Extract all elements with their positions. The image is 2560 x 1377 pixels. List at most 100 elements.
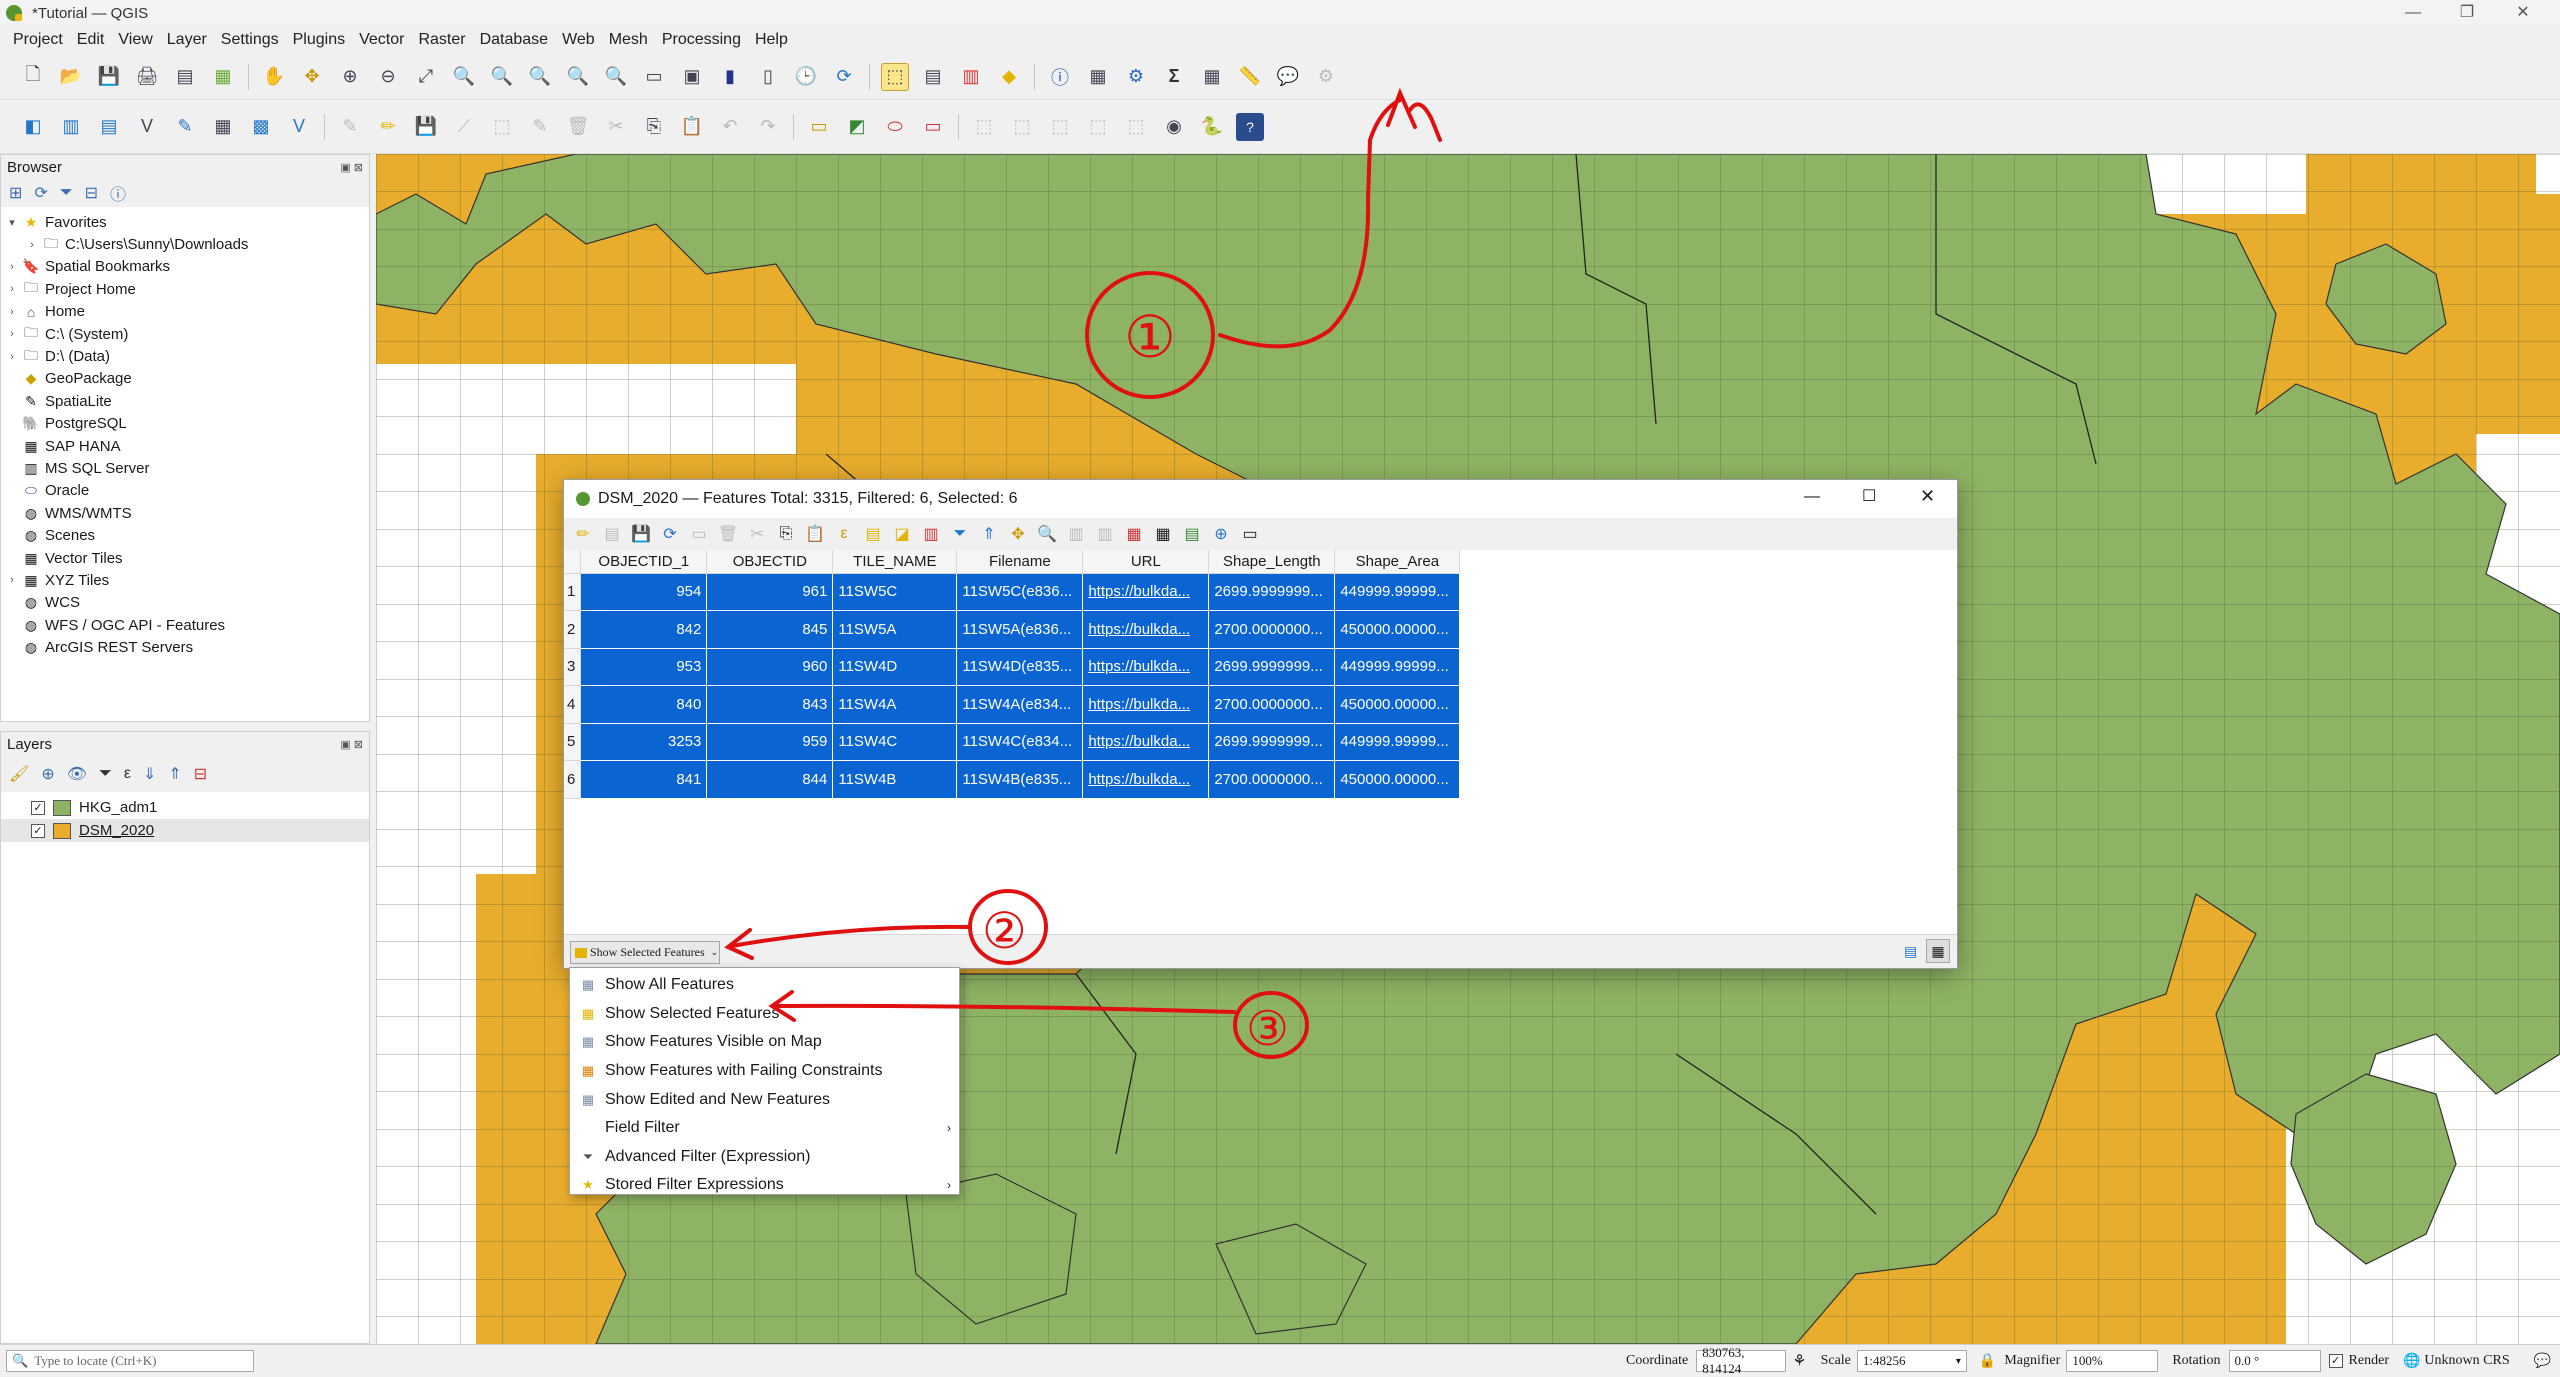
table-row[interactable]: 5 3253 959 11SW4C 11SW4C(e834... https://bulk… [564,723,1461,761]
form-view-icon[interactable]: ▤ [1904,943,1917,960]
add-mesh-icon[interactable]: ▩ [247,113,275,141]
popup-menu-item[interactable]: ▦ Show Edited and New Features [570,1085,959,1114]
label-tool-icon[interactable]: ▭ [805,113,833,141]
table-cell[interactable]: 2700.0000000... [1208,685,1336,724]
column-header[interactable]: Filename [956,550,1084,574]
menu-vector[interactable]: Vector [352,31,411,49]
browser-item[interactable]: › 🔖 Spatial Bookmarks [1,256,369,278]
zoom-to-selection-icon[interactable]: 🔍 [450,63,478,91]
table-cell[interactable]: 2700.0000000... [1208,610,1336,649]
table-cell[interactable]: 11SW4A(e834... [956,685,1084,724]
modify-attributes-icon[interactable]: ✎ [526,113,554,141]
dialog-maximize-button[interactable]: ☐ [1862,486,1876,506]
table-cell[interactable]: 11SW4C [832,723,958,761]
table-cell[interactable]: 450000.00000... [1334,685,1461,724]
row-number[interactable]: 2 [564,610,582,649]
browser-item[interactable]: ✎ SpatiaLite [1,390,369,412]
zoom-in-icon[interactable]: ⊕ [336,63,364,91]
panel-close-icon[interactable]: ▣ ⊠ [340,738,363,751]
table-cell[interactable]: https://bulkda... [1082,610,1210,649]
delete-selected-icon[interactable]: 🗑 [564,113,592,141]
select-by-location-icon[interactable]: ◆ [995,63,1023,91]
table-cell[interactable]: 11SW4D(e835... [956,648,1084,686]
table-view-icon[interactable]: ▦ [1926,939,1950,963]
popup-menu-item[interactable]: Field Filter › [570,1114,959,1143]
popup-menu-item[interactable]: ▦ Show Features with Failing Constraints [570,1057,959,1086]
copy-icon[interactable]: ⎘ [777,525,795,543]
expand-arrow-icon[interactable]: › [5,328,19,340]
attribute-table[interactable]: OBJECTID_1 OBJECTID TILE_NAME Filename U… [564,550,1461,799]
table-cell[interactable]: 2699.9999999... [1208,648,1336,686]
menu-project[interactable]: Project [6,31,70,49]
browser-item[interactable]: ▦ Vector Tiles [1,547,369,569]
table-cell[interactable]: 960 [706,648,834,686]
show-bookmarks-icon[interactable]: ▯ [754,63,782,91]
popup-menu-item[interactable]: ★ Stored Filter Expressions › [570,1171,959,1200]
digitize-icon[interactable]: ✎ [171,113,199,141]
add-feature-icon[interactable]: ⟋ [450,113,478,141]
open-attribute-table-icon[interactable]: ▦ [1198,63,1226,91]
toggle-editing-icon[interactable]: ✏ [374,113,402,141]
render-checkbox[interactable]: ✓ [2328,1354,2343,1368]
menu-plugins[interactable]: Plugins [286,31,352,49]
layout-manager-icon[interactable]: ▤ [171,63,199,91]
conditional-formatting-icon[interactable]: ▦ [1154,525,1172,543]
browser-item[interactable]: ◆ GeoPackage [1,368,369,390]
layer-labeling-icon[interactable]: ◩ [843,113,871,141]
refresh-browser-icon[interactable]: ⟳ [34,183,47,203]
table-cell[interactable]: 959 [706,723,834,761]
table-cell[interactable]: 11SW4D [832,648,958,686]
maximize-button[interactable]: ❐ [2444,0,2490,26]
vertex-tool-icon[interactable]: ⬚ [488,113,516,141]
copy-features-icon[interactable]: ⎘ [640,113,668,141]
move-selection-top-icon[interactable]: ⇑ [980,525,998,543]
browser-item[interactable]: ▾ ★ Favorites [1,211,369,233]
save-edits-icon[interactable]: 💾 [412,113,440,141]
table-cell[interactable]: 11SW5A(e836... [956,610,1084,649]
table-cell[interactable]: 2699.9999999... [1208,573,1336,611]
scale-field[interactable]: 1:48256 ▾ [1856,1350,1967,1372]
save-edits-icon[interactable]: 💾 [631,525,651,543]
style-layer-icon[interactable]: 🖌 [9,764,29,784]
pan-to-selection-icon[interactable]: ✥ [298,63,326,91]
filter-expression-icon[interactable]: ε [124,765,131,783]
menu-help[interactable]: Help [748,31,795,49]
crs-label[interactable]: Unknown CRS [2424,1353,2509,1369]
map-tips-icon[interactable]: 💬 [1274,63,1302,91]
table-cell[interactable]: 11SW4B [832,760,958,799]
crs-icon[interactable]: 🌐 [2403,1353,2420,1370]
menu-raster[interactable]: Raster [411,31,472,49]
column-header[interactable]: OBJECTID [706,550,834,574]
table-cell[interactable]: 11SW5A [832,610,958,649]
select-all-icon[interactable]: ▤ [864,525,882,543]
remove-layer-icon[interactable]: ⊟ [194,764,207,784]
expand-arrow-icon[interactable]: › [5,306,19,318]
actions-icon[interactable]: ▤ [1183,525,1201,543]
change-label-icon[interactable]: ⬚ [1046,113,1074,141]
new-print-layout-icon[interactable]: 🖨 [133,63,161,91]
magnifier-field[interactable]: 100% [2066,1350,2159,1372]
menu-layer[interactable]: Layer [160,31,214,49]
rotate-label-icon[interactable]: ⬚ [1008,113,1036,141]
processing-toolbox-icon[interactable]: ⚙ [1122,63,1150,91]
deselect-features-icon[interactable]: ▥ [957,63,985,91]
table-cell[interactable]: 11SW5C(e836... [956,573,1084,611]
table-row[interactable]: 2 842 845 11SW5A 11SW5A(e836... https://bulkd… [564,610,1461,649]
column-header[interactable]: Shape_Length [1208,550,1336,574]
data-source-manager-icon[interactable]: ◧ [19,113,47,141]
table-cell[interactable]: 840 [580,685,708,724]
messages-icon[interactable]: 💬 [2534,1353,2551,1370]
add-selected-layers-icon[interactable]: ⊞ [9,183,22,203]
expand-arrow-icon[interactable]: › [25,239,39,251]
table-cell[interactable]: https://bulkda... [1082,723,1210,761]
select-by-expression-icon[interactable]: ε [835,525,853,543]
popup-menu-item[interactable]: ▦ Show Selected Features [570,1000,959,1029]
browser-item[interactable]: › 🗀 Project Home [1,278,369,300]
table-cell[interactable]: 449999.99999... [1334,723,1461,761]
menu-processing[interactable]: Processing [655,31,748,49]
invert-selection-icon[interactable]: ◪ [893,525,911,543]
zoom-to-selected-icon[interactable]: 🔍 [1037,525,1057,543]
table-cell[interactable]: 449999.99999... [1334,573,1461,611]
table-cell[interactable]: https://bulkda... [1082,760,1210,799]
table-row[interactable]: 6 841 844 11SW4B 11SW4B(e835... https://bulkd… [564,760,1461,799]
